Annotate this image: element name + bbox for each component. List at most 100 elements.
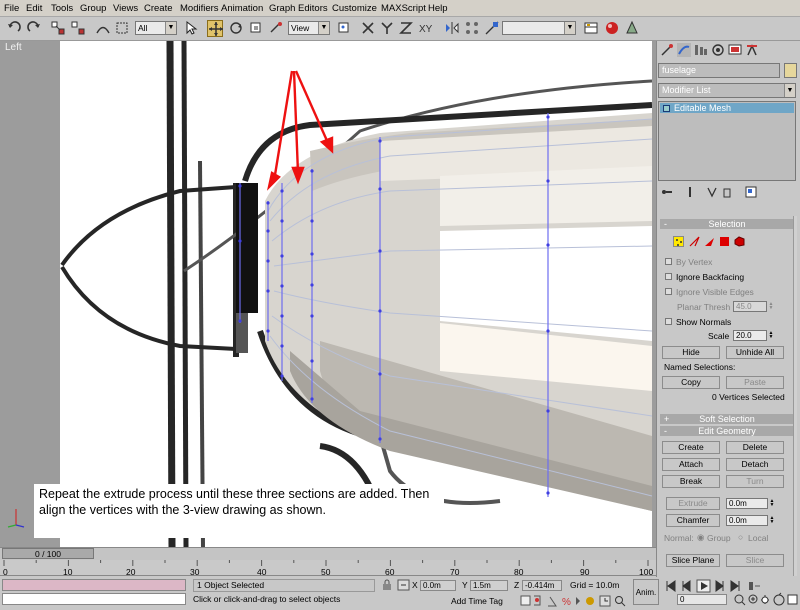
select-and-move-icon[interactable] xyxy=(207,20,223,37)
object-color-swatch[interactable] xyxy=(784,63,797,78)
absolute-mode-transform-icon[interactable] xyxy=(397,579,411,593)
local-radio-icon[interactable]: ○ xyxy=(738,532,743,542)
selection-rollout-header[interactable]: - Selection xyxy=(660,219,794,229)
slice-plane-button[interactable]: Slice Plane xyxy=(666,554,720,567)
maxscript-listener-input[interactable] xyxy=(2,593,186,605)
chamfer-amount-spinner[interactable]: 0.0m ▲ ▼ xyxy=(726,515,774,526)
time-slider-thumb[interactable]: 0 / 100 xyxy=(2,548,94,559)
create-button[interactable]: Create xyxy=(662,441,720,454)
align-icon[interactable] xyxy=(484,20,500,37)
named-selection-sets-dropdown[interactable]: ▼ xyxy=(502,21,576,35)
select-and-link-icon[interactable] xyxy=(50,20,66,37)
manipulate-icon[interactable] xyxy=(268,20,284,37)
stack-item-editable-mesh[interactable]: Editable Mesh xyxy=(660,103,794,113)
detach-button[interactable]: Detach xyxy=(726,458,784,471)
unhide-all-button[interactable]: Unhide All xyxy=(726,346,784,359)
menu-graph-editors[interactable]: Graph Editors xyxy=(269,3,328,14)
edge-mode-icon[interactable] xyxy=(689,236,700,247)
x-coordinate-field[interactable]: 0.0m xyxy=(420,580,456,591)
bind-to-space-warp-icon[interactable] xyxy=(95,20,111,37)
vertex-mode-icon[interactable] xyxy=(673,236,684,247)
pivot-point-center-icon[interactable] xyxy=(336,20,352,37)
ignore-backfacing-checkbox[interactable] xyxy=(665,273,672,280)
planar-thresh-spinner[interactable]: 45.0 ▲ ▼ xyxy=(733,301,773,312)
select-and-mirror-x-icon[interactable] xyxy=(360,20,376,37)
menu-edit[interactable]: Edit xyxy=(26,3,42,14)
expand-toggle-icon[interactable] xyxy=(663,105,670,112)
left-viewport[interactable] xyxy=(60,41,652,547)
polygon-mode-icon[interactable] xyxy=(719,236,730,247)
menu-create[interactable]: Create xyxy=(144,3,173,14)
menu-views[interactable]: Views xyxy=(113,3,138,14)
attach-button[interactable]: Attach xyxy=(662,458,720,471)
show-normals-checkbox[interactable] xyxy=(665,318,672,325)
reference-coordinate-dropdown[interactable]: View ▼ xyxy=(288,21,330,35)
chamfer-button[interactable]: Chamfer xyxy=(666,514,720,527)
by-vertex-checkbox[interactable] xyxy=(665,258,672,265)
motion-tab-icon[interactable] xyxy=(711,43,725,57)
face-mode-icon[interactable] xyxy=(704,236,715,247)
track-view-icon[interactable] xyxy=(583,20,599,37)
ignore-visible-edges-checkbox[interactable] xyxy=(665,288,672,295)
viewport-label[interactable]: Left xyxy=(5,42,22,53)
select-object-icon[interactable] xyxy=(184,20,200,37)
utilities-tab-icon[interactable] xyxy=(745,43,759,57)
command-panel-scrollbar[interactable] xyxy=(793,216,797,576)
fuselage-mesh[interactable] xyxy=(265,113,652,511)
element-mode-icon[interactable] xyxy=(734,236,745,247)
group-radio-icon[interactable]: ◉ xyxy=(697,532,704,543)
extrude-amount-spinner[interactable]: 0.0m ▲ ▼ xyxy=(726,498,774,509)
lock-selection-icon[interactable] xyxy=(380,579,394,593)
hierarchy-tab-icon[interactable] xyxy=(694,43,708,57)
current-frame-field[interactable]: 0 xyxy=(677,594,727,605)
menu-group[interactable]: Group xyxy=(80,3,106,14)
z-coordinate-field[interactable]: -0.414m xyxy=(522,580,562,591)
undo-icon[interactable] xyxy=(6,20,22,37)
paste-button[interactable]: Paste xyxy=(726,376,784,389)
render-scene-icon[interactable] xyxy=(624,20,640,37)
spinner-arrows-icon[interactable]: ▲ ▼ xyxy=(767,302,775,311)
soft-selection-rollout-header[interactable]: + Soft Selection xyxy=(660,414,794,424)
material-editor-icon[interactable] xyxy=(604,20,620,37)
menu-maxscript[interactable]: MAXScript xyxy=(381,3,426,14)
extrude-button[interactable]: Extrude xyxy=(666,497,720,510)
spinner-arrows-icon[interactable]: ▲ ▼ xyxy=(768,516,776,525)
array-icon[interactable] xyxy=(464,20,480,37)
slice-button[interactable]: Slice xyxy=(726,554,784,567)
select-region-icon[interactable] xyxy=(114,20,130,37)
animate-button[interactable]: Anim. xyxy=(633,579,659,605)
selection-filter-dropdown[interactable]: All ▼ xyxy=(135,21,177,35)
turn-button[interactable]: Turn xyxy=(726,475,784,488)
object-name-field[interactable]: fuselage xyxy=(658,63,780,78)
menu-modifiers[interactable]: Modifiers xyxy=(180,3,219,14)
copy-button[interactable]: Copy xyxy=(662,376,720,389)
restrict-to-z-icon[interactable] xyxy=(398,20,414,37)
time-slider-track[interactable] xyxy=(0,547,656,560)
select-and-scale-icon[interactable] xyxy=(248,20,264,37)
break-button[interactable]: Break xyxy=(662,475,720,488)
menu-animation[interactable]: Animation xyxy=(221,3,263,14)
restrict-to-y-icon[interactable] xyxy=(379,20,395,37)
restrict-to-xy-icon[interactable]: XY xyxy=(418,20,440,37)
spinner-arrows-icon[interactable]: ▲ ▼ xyxy=(768,499,776,508)
menu-tools[interactable]: Tools xyxy=(51,3,73,14)
delete-button[interactable]: Delete xyxy=(726,441,784,454)
edit-geometry-rollout-header[interactable]: - Edit Geometry xyxy=(660,426,794,436)
select-and-rotate-icon[interactable] xyxy=(228,20,244,37)
unlink-selection-icon[interactable] xyxy=(70,20,86,37)
add-time-tag[interactable]: Add Time Tag xyxy=(451,596,503,606)
mirror-icon[interactable] xyxy=(444,20,460,37)
normals-scale-spinner[interactable]: 20.0 ▲ ▼ xyxy=(733,330,773,341)
create-tab-icon[interactable] xyxy=(660,43,674,57)
redo-icon[interactable] xyxy=(26,20,42,37)
menu-customize[interactable]: Customize xyxy=(332,3,377,14)
menu-file[interactable]: File xyxy=(4,3,19,14)
y-coordinate-field[interactable]: 1.5m xyxy=(470,580,508,591)
display-tab-icon[interactable] xyxy=(728,43,742,57)
modify-tab-icon[interactable] xyxy=(677,43,691,57)
modifier-list-dropdown[interactable]: Modifier List ▼ xyxy=(658,83,796,98)
hide-button[interactable]: Hide xyxy=(662,346,720,359)
spinner-arrows-icon[interactable]: ▲ ▼ xyxy=(767,331,775,340)
menu-help[interactable]: Help xyxy=(428,3,448,14)
maxscript-listener-output[interactable] xyxy=(2,579,186,591)
